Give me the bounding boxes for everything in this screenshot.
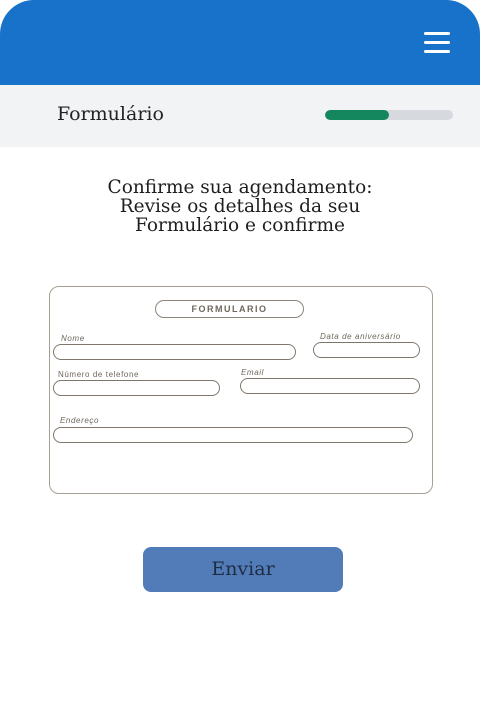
data-aniversario-label: Data de aniversário [320, 332, 401, 341]
heading-line: Revise os detalhes da seu [119, 196, 361, 217]
heading-line: Confirme sua agendamento: [107, 177, 373, 198]
telefone-label: Número de telefone [58, 370, 140, 379]
email-label: Email [241, 368, 265, 377]
submit-button[interactable]: Enviar [143, 547, 343, 592]
hamburger-menu-icon[interactable] [420, 28, 454, 56]
page-title: Formulário [57, 103, 164, 125]
endereco-label: Endereço [60, 416, 100, 425]
progress-bar [325, 110, 453, 120]
data-aniversario-field[interactable] [313, 342, 420, 358]
menu-line [424, 32, 450, 35]
app-header-bar [0, 0, 480, 85]
form-title-badge: FORMULARIO [155, 300, 304, 318]
confirmation-heading: Confirme sua agendamento: Revise os deta… [60, 178, 420, 235]
nome-field[interactable] [53, 344, 296, 360]
menu-line [424, 50, 450, 53]
nome-label: Nome [61, 334, 85, 343]
progress-fill [325, 110, 389, 120]
menu-line [424, 41, 450, 44]
email-field[interactable] [240, 378, 420, 394]
endereco-field[interactable] [53, 427, 413, 443]
telefone-field[interactable] [53, 380, 220, 396]
heading-line: Formulário e confirme [135, 215, 345, 236]
